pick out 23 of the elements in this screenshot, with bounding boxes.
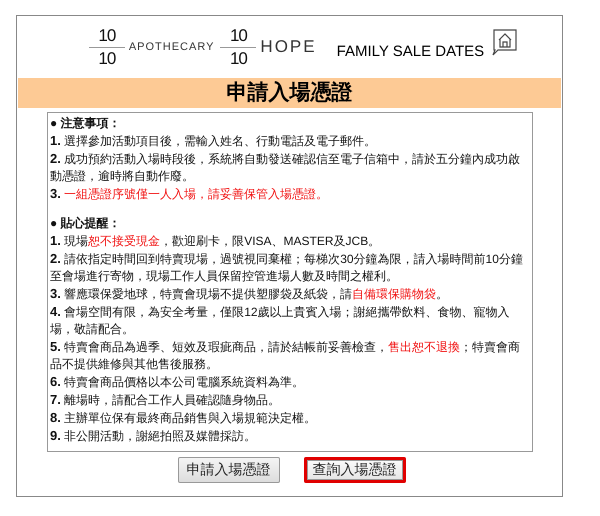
notice-item: 3. 響應環保愛地球，特賣會現場不提供塑膠袋及紙袋，請自備環保購物袋。: [50, 285, 450, 303]
header-title: FAMILY SALE DATES: [336, 42, 484, 60]
notice-item: 2. 成功預約活動入場時段後，系統將自動發送確認信至電子信箱中，請於五分鐘內成功啟動憑證，逾時將自動作廢。: [50, 150, 522, 185]
logo-mark: 10 10: [88, 26, 125, 68]
logo-text: HOPE: [260, 37, 317, 57]
action-button[interactable]: 查詢入場憑證: [304, 457, 406, 483]
notice-item: 6. 特賣會商品價格以本公司電腦系統資料為準。: [50, 373, 306, 391]
notice-item: 3. 一組憑證序號僅一人入場，請妥善保管入場憑證。: [50, 185, 330, 203]
page-banner: 申請入場憑證: [18, 78, 561, 108]
logo-text: APOTHECARY: [128, 41, 214, 53]
section-heading: ● 注意事項：: [50, 115, 122, 132]
notice-item: 5. 特賣會商品為過季、短效及瑕疵商品，請於結帳前妥善檢查，售出恕不退換；特賣會商品不提供維修與其他售後服務。: [50, 338, 522, 373]
notice-item: 1. 現場恕不接受現金，歡迎刷卡，限VISA、MASTER及JCB。: [50, 232, 382, 250]
notice-item: 4. 會場空間有限，為安全考量，僅限12歲以上貴賓入場；謝絕攜帶飲料、食物、寵物入場，敬請配合。: [50, 303, 511, 338]
logo-mark: 10 10: [220, 26, 256, 68]
home-icon[interactable]: [490, 28, 518, 56]
section-heading: ● 貼心提醒：: [50, 215, 122, 232]
notice-item: 2. 請依指定時間回到特賣現場，過號視同棄權；每梯次30分鐘為限，請入場時間前10分鐘至會場進行寄物，現場工作人員保留控管進場人數及時間之權利。: [50, 250, 524, 285]
action-button[interactable]: 申請入場憑證: [178, 457, 280, 483]
notice-item: 7. 離場時，請配合工作人員確認隨身物品。: [50, 391, 282, 409]
notice-item: 1. 選擇參加活動項目後，需輸入姓名、行動電話及電子郵件。: [50, 132, 378, 150]
notice-item: 8. 主辦單位保有最終商品銷售與入場規範決定權。: [50, 409, 318, 427]
notice-item: 9. 非公開活動，謝絕拍照及媒體採訪。: [50, 427, 258, 445]
